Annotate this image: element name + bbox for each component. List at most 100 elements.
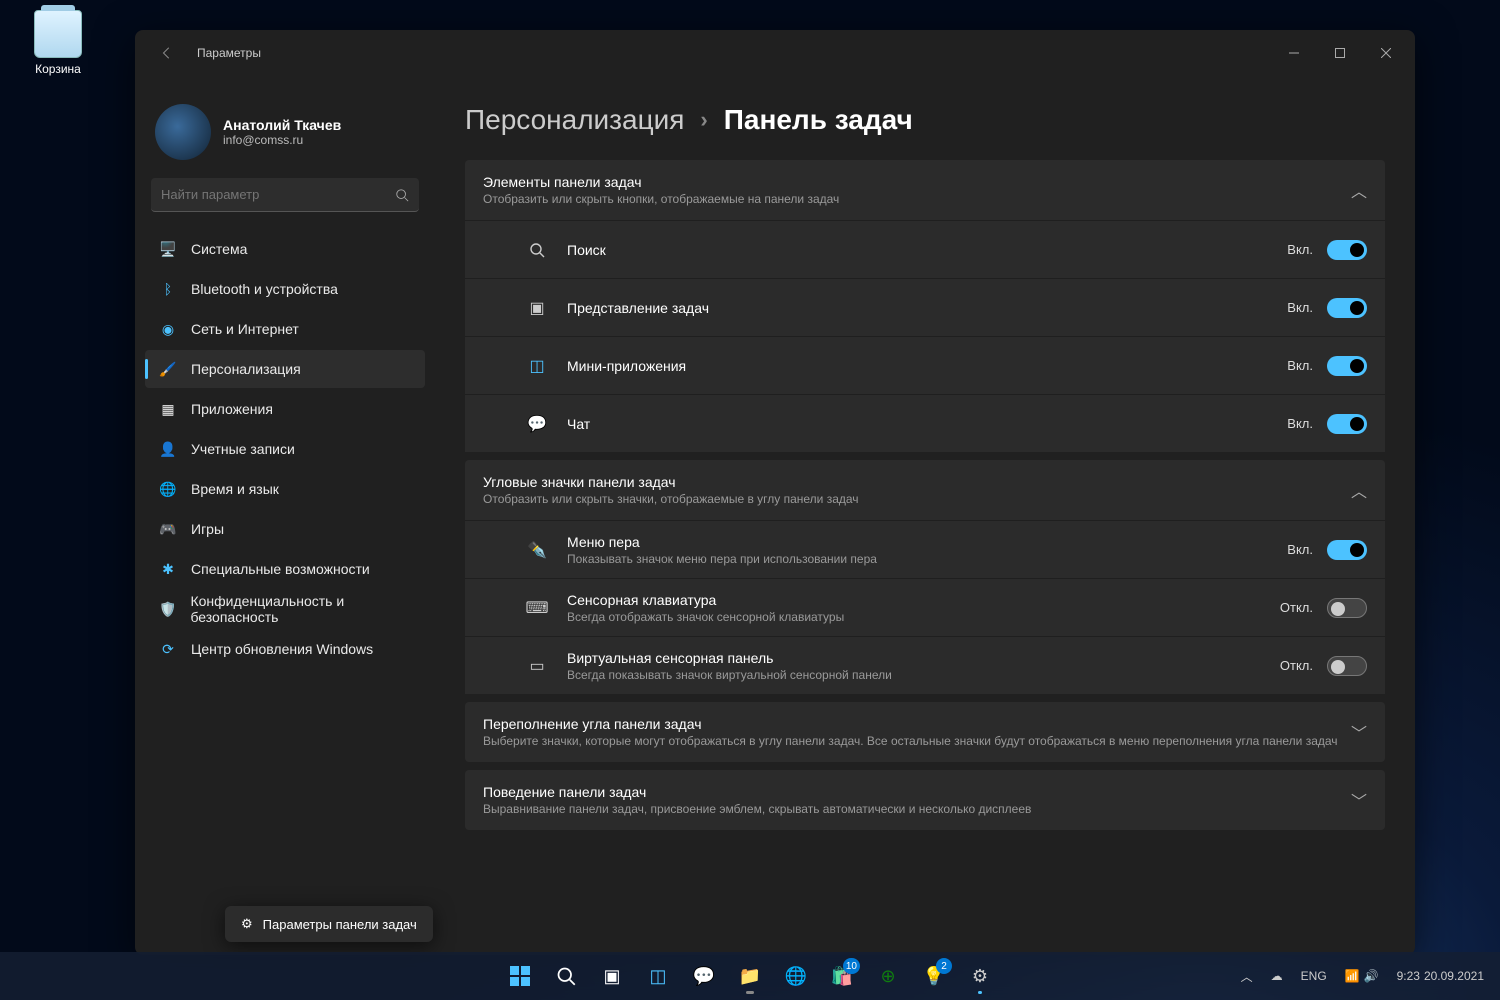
- nav: 🖥️Система ᛒBluetooth и устройства ◉Сеть …: [145, 230, 425, 668]
- taskview-icon: ▣: [525, 298, 549, 318]
- gear-icon: ⚙: [241, 916, 253, 932]
- gamepad-icon: 🎮: [159, 520, 177, 538]
- row-widgets: ◫ Мини-приложения Вкл.: [465, 336, 1385, 394]
- taskbar-explorer[interactable]: 📁: [730, 956, 770, 996]
- apps-icon: ▦: [159, 400, 177, 418]
- search-input[interactable]: [161, 187, 395, 202]
- section-header-overflow[interactable]: Переполнение угла панели задач Выберите …: [465, 702, 1385, 762]
- toggle-taskview[interactable]: [1327, 298, 1367, 318]
- nav-update[interactable]: ⟳Центр обновления Windows: [145, 630, 425, 668]
- taskbar-tooltip: ⚙ Параметры панели задач: [225, 906, 433, 942]
- taskbar-tips[interactable]: 💡2: [914, 956, 954, 996]
- search-icon: [395, 188, 409, 202]
- user-name: Анатолий Ткачев: [223, 117, 341, 133]
- chevron-right-icon: ›: [700, 107, 707, 133]
- wifi-icon: ◉: [159, 320, 177, 338]
- accessibility-icon: ✱: [159, 560, 177, 578]
- section-header-behavior[interactable]: Поведение панели задач Выравнивание пане…: [465, 770, 1385, 830]
- nav-accounts[interactable]: 👤Учетные записи: [145, 430, 425, 468]
- system-tray: ︿ ☁ ENG 📶 🔊 9:23 20.09.2021: [1235, 964, 1490, 989]
- breadcrumb-current: Панель задач: [724, 104, 913, 136]
- nav-personalization[interactable]: 🖌️Персонализация: [145, 350, 425, 388]
- touchpad-icon: ▭: [525, 656, 549, 676]
- start-button[interactable]: [500, 956, 540, 996]
- chevron-down-icon: ﹀: [1351, 720, 1367, 744]
- keyboard-icon: ⌨: [525, 598, 549, 618]
- row-chat: 💬 Чат Вкл.: [465, 394, 1385, 452]
- row-touchpad: ▭ Виртуальная сенсорная панельВсегда пок…: [465, 636, 1385, 694]
- taskbar-widgets[interactable]: ◫: [638, 956, 678, 996]
- nav-time[interactable]: 🌐Время и язык: [145, 470, 425, 508]
- section-header-corner[interactable]: Угловые значки панели задач Отобразить и…: [465, 460, 1385, 520]
- tray-network-sound[interactable]: 📶 🔊: [1339, 965, 1385, 987]
- row-pen: ✒️ Меню пераПоказывать значок меню пера …: [465, 520, 1385, 578]
- taskbar-settings[interactable]: ⚙: [960, 956, 1000, 996]
- nav-bluetooth[interactable]: ᛒBluetooth и устройства: [145, 270, 425, 308]
- nav-accessibility[interactable]: ✱Специальные возможности: [145, 550, 425, 588]
- widgets-icon: ◫: [525, 356, 549, 376]
- monitor-icon: 🖥️: [159, 240, 177, 258]
- chevron-up-icon: ︿: [1351, 178, 1367, 202]
- search-icon: [525, 242, 549, 258]
- minimize-button[interactable]: [1271, 37, 1317, 69]
- user-email: info@comss.ru: [223, 133, 341, 147]
- tray-overflow[interactable]: ︿: [1235, 964, 1259, 989]
- window-title: Параметры: [197, 46, 261, 60]
- toggle-touchpad[interactable]: [1327, 656, 1367, 676]
- section-corner-icons: Угловые значки панели задач Отобразить и…: [465, 460, 1385, 694]
- settings-window: Параметры Анатолий Ткачев info@comss.ru …: [135, 30, 1415, 955]
- section-taskbar-items: Элементы панели задач Отобразить или скр…: [465, 160, 1385, 452]
- taskbar-taskview[interactable]: ▣: [592, 956, 632, 996]
- section-header-items[interactable]: Элементы панели задач Отобразить или скр…: [465, 160, 1385, 220]
- toggle-pen[interactable]: [1327, 540, 1367, 560]
- tray-clock[interactable]: 9:23 20.09.2021: [1391, 965, 1490, 987]
- main-content: Персонализация › Панель задач Элементы п…: [435, 76, 1415, 955]
- taskbar-store[interactable]: 🛍️10: [822, 956, 862, 996]
- person-icon: 👤: [159, 440, 177, 458]
- row-touch-keyboard: ⌨ Сенсорная клавиатураВсегда отображать …: [465, 578, 1385, 636]
- nav-system[interactable]: 🖥️Система: [145, 230, 425, 268]
- toggle-touch-keyboard[interactable]: [1327, 598, 1367, 618]
- toggle-search[interactable]: [1327, 240, 1367, 260]
- avatar: [155, 104, 211, 160]
- breadcrumb: Персонализация › Панель задач: [465, 104, 1385, 136]
- row-taskview: ▣ Представление задач Вкл.: [465, 278, 1385, 336]
- titlebar: Параметры: [135, 30, 1415, 76]
- section-behavior: Поведение панели задач Выравнивание пане…: [465, 770, 1385, 830]
- store-badge: 10: [843, 958, 860, 974]
- pen-icon: ✒️: [525, 540, 549, 560]
- search-box[interactable]: [151, 178, 419, 212]
- nav-apps[interactable]: ▦Приложения: [145, 390, 425, 428]
- taskbar-xbox[interactable]: ⊕: [868, 956, 908, 996]
- nav-privacy[interactable]: 🛡️Конфиденциальность и безопасность: [145, 590, 425, 628]
- section-overflow: Переполнение угла панели задач Выберите …: [465, 702, 1385, 762]
- brush-icon: 🖌️: [159, 360, 177, 378]
- taskbar-chat[interactable]: 💬: [684, 956, 724, 996]
- recycle-bin[interactable]: Корзина: [20, 10, 96, 76]
- chat-icon: 💬: [525, 414, 549, 434]
- toggle-widgets[interactable]: [1327, 356, 1367, 376]
- tray-language[interactable]: ENG: [1295, 965, 1333, 987]
- nav-network[interactable]: ◉Сеть и Интернет: [145, 310, 425, 348]
- chevron-down-icon: ﹀: [1351, 788, 1367, 812]
- sidebar: Анатолий Ткачев info@comss.ru 🖥️Система …: [135, 76, 435, 955]
- recycle-bin-label: Корзина: [20, 62, 96, 76]
- tips-badge: 2: [936, 958, 952, 974]
- taskbar: ▣ ◫ 💬 📁 🌐 🛍️10 ⊕ 💡2 ⚙ ︿ ☁ ENG 📶 🔊 9:23 2…: [0, 952, 1500, 1000]
- bluetooth-icon: ᛒ: [159, 280, 177, 298]
- toggle-chat[interactable]: [1327, 414, 1367, 434]
- taskbar-search[interactable]: [546, 956, 586, 996]
- close-button[interactable]: [1363, 37, 1409, 69]
- update-icon: ⟳: [159, 640, 177, 658]
- taskbar-edge[interactable]: 🌐: [776, 956, 816, 996]
- recycle-bin-icon: [34, 10, 82, 58]
- profile[interactable]: Анатолий Ткачев info@comss.ru: [145, 94, 425, 178]
- nav-gaming[interactable]: 🎮Игры: [145, 510, 425, 548]
- chevron-up-icon: ︿: [1351, 478, 1367, 502]
- breadcrumb-parent[interactable]: Персонализация: [465, 104, 684, 136]
- shield-icon: 🛡️: [159, 600, 176, 618]
- back-button[interactable]: [151, 37, 183, 69]
- tray-onedrive[interactable]: ☁: [1265, 965, 1289, 987]
- maximize-button[interactable]: [1317, 37, 1363, 69]
- row-search: Поиск Вкл.: [465, 220, 1385, 278]
